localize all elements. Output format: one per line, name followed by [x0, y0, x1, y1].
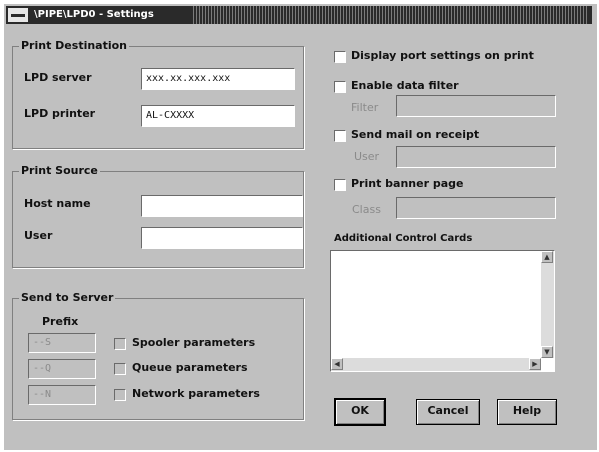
- vertical-scrollbar[interactable]: ▲ ▼: [541, 251, 554, 358]
- prefix-label: Prefix: [42, 315, 79, 328]
- cancel-button-label: Cancel: [427, 404, 469, 417]
- queue-parameters-label: Queue parameters: [132, 361, 248, 374]
- settings-dialog: \PIPE\LPD0 - Settings Print Destination …: [4, 4, 597, 450]
- mail-user-label: User: [354, 150, 380, 163]
- filter-label: Filter: [351, 101, 379, 114]
- scroll-up-icon[interactable]: ▲: [541, 251, 553, 263]
- send-mail-checkbox[interactable]: [334, 130, 346, 142]
- print-source-group: Print Source: [12, 164, 304, 268]
- display-port-settings-checkbox[interactable]: [334, 51, 346, 63]
- class-label: Class: [352, 203, 381, 216]
- scroll-right-icon[interactable]: ▶: [529, 358, 541, 370]
- title-bar-pattern: [191, 6, 588, 24]
- enable-data-filter-checkbox[interactable]: [334, 81, 346, 93]
- network-parameters-checkbox[interactable]: [114, 389, 126, 401]
- lpd-printer-label: LPD printer: [24, 107, 96, 120]
- cancel-button[interactable]: Cancel: [416, 399, 480, 425]
- enable-data-filter-label: Enable data filter: [351, 79, 459, 92]
- lpd-server-label: LPD server: [24, 71, 92, 84]
- send-mail-label: Send mail on receipt: [351, 128, 480, 141]
- scroll-down-icon[interactable]: ▼: [541, 346, 553, 358]
- display-port-settings-label: Display port settings on print: [351, 49, 534, 62]
- lpd-printer-input[interactable]: AL-CXXXX: [141, 105, 295, 127]
- ok-button-label: OK: [351, 404, 369, 417]
- control-cards-textarea[interactable]: ▲ ▼ ◀ ▶: [330, 250, 555, 372]
- ok-button[interactable]: OK: [334, 398, 386, 426]
- system-menu-icon[interactable]: [8, 8, 28, 22]
- title-bar[interactable]: \PIPE\LPD0 - Settings: [6, 6, 592, 24]
- send-to-server-legend: Send to Server: [19, 291, 116, 305]
- mail-user-input[interactable]: [396, 146, 556, 168]
- prefix-n-field: --N: [28, 385, 96, 405]
- network-parameters-label: Network parameters: [132, 387, 260, 400]
- help-button-label: Help: [512, 404, 542, 417]
- prefix-s-field: --S: [28, 333, 96, 353]
- queue-parameters-checkbox[interactable]: [114, 363, 126, 375]
- lpd-server-input[interactable]: xxx.xx.xxx.xxx: [141, 68, 295, 90]
- scroll-left-icon[interactable]: ◀: [331, 358, 343, 370]
- print-banner-page-label: Print banner page: [351, 177, 464, 190]
- user-label: User: [24, 229, 53, 242]
- print-destination-legend: Print Destination: [19, 39, 130, 53]
- prefix-q-field: --Q: [28, 359, 96, 379]
- control-cards-label: Additional Control Cards: [334, 233, 473, 244]
- window-title: \PIPE\LPD0 - Settings: [34, 9, 154, 20]
- filter-input[interactable]: [396, 95, 556, 117]
- host-name-input[interactable]: [141, 195, 303, 217]
- host-name-label: Host name: [24, 197, 91, 210]
- help-button[interactable]: Help: [497, 399, 557, 425]
- class-input[interactable]: [396, 197, 556, 219]
- print-destination-group: Print Destination: [12, 39, 304, 149]
- print-banner-page-checkbox[interactable]: [334, 179, 346, 191]
- user-input[interactable]: [141, 227, 303, 249]
- spooler-parameters-checkbox[interactable]: [114, 338, 126, 350]
- spooler-parameters-label: Spooler parameters: [132, 336, 256, 349]
- print-source-legend: Print Source: [19, 164, 100, 178]
- horizontal-scrollbar[interactable]: ◀ ▶: [331, 358, 541, 371]
